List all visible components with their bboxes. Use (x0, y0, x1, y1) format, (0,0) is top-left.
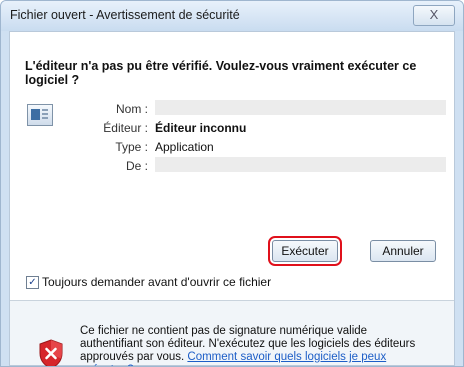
run-button[interactable]: Exécuter (268, 236, 342, 266)
warning-text: Ce fichier ne contient pas de signature … (80, 325, 432, 366)
field-from-label: De : (125, 159, 148, 173)
file-details: Nom : Éditeur : Éditeur inconnu Type : A… (80, 100, 460, 176)
field-publisher-value: Éditeur inconnu (155, 121, 247, 135)
field-type-value: Application (155, 140, 214, 154)
dialog-panel: L'éditeur n'a pas pu être vérifié. Voule… (9, 31, 455, 366)
field-name-value (155, 100, 446, 115)
field-name: Nom : (80, 100, 460, 119)
shield-warning-icon (39, 339, 63, 366)
field-from-value (155, 157, 446, 172)
field-type-label: Type : (115, 140, 148, 154)
window-title: Fichier ouvert - Avertissement de sécuri… (10, 8, 240, 22)
warning-section: Ce fichier ne contient pas de signature … (10, 301, 454, 366)
field-type: Type : Application (80, 138, 460, 157)
cancel-button[interactable]: Annuler (370, 240, 436, 262)
close-button[interactable]: X (413, 5, 455, 26)
always-ask-label[interactable]: Toujours demander avant d'ouvrir ce fich… (42, 275, 271, 289)
field-name-label: Nom : (115, 102, 148, 116)
field-from: De : (80, 157, 460, 176)
question-text: L'éditeur n'a pas pu être vérifié. Voule… (25, 59, 417, 87)
application-icon (27, 104, 53, 126)
close-icon: X (429, 7, 439, 22)
always-ask-checkbox[interactable]: ✓ (26, 276, 39, 289)
security-warning-dialog: Fichier ouvert - Avertissement de sécuri… (0, 0, 464, 367)
field-publisher: Éditeur : Éditeur inconnu (80, 119, 460, 138)
title-bar: Fichier ouvert - Avertissement de sécuri… (1, 1, 463, 31)
field-publisher-label: Éditeur : (103, 121, 148, 135)
